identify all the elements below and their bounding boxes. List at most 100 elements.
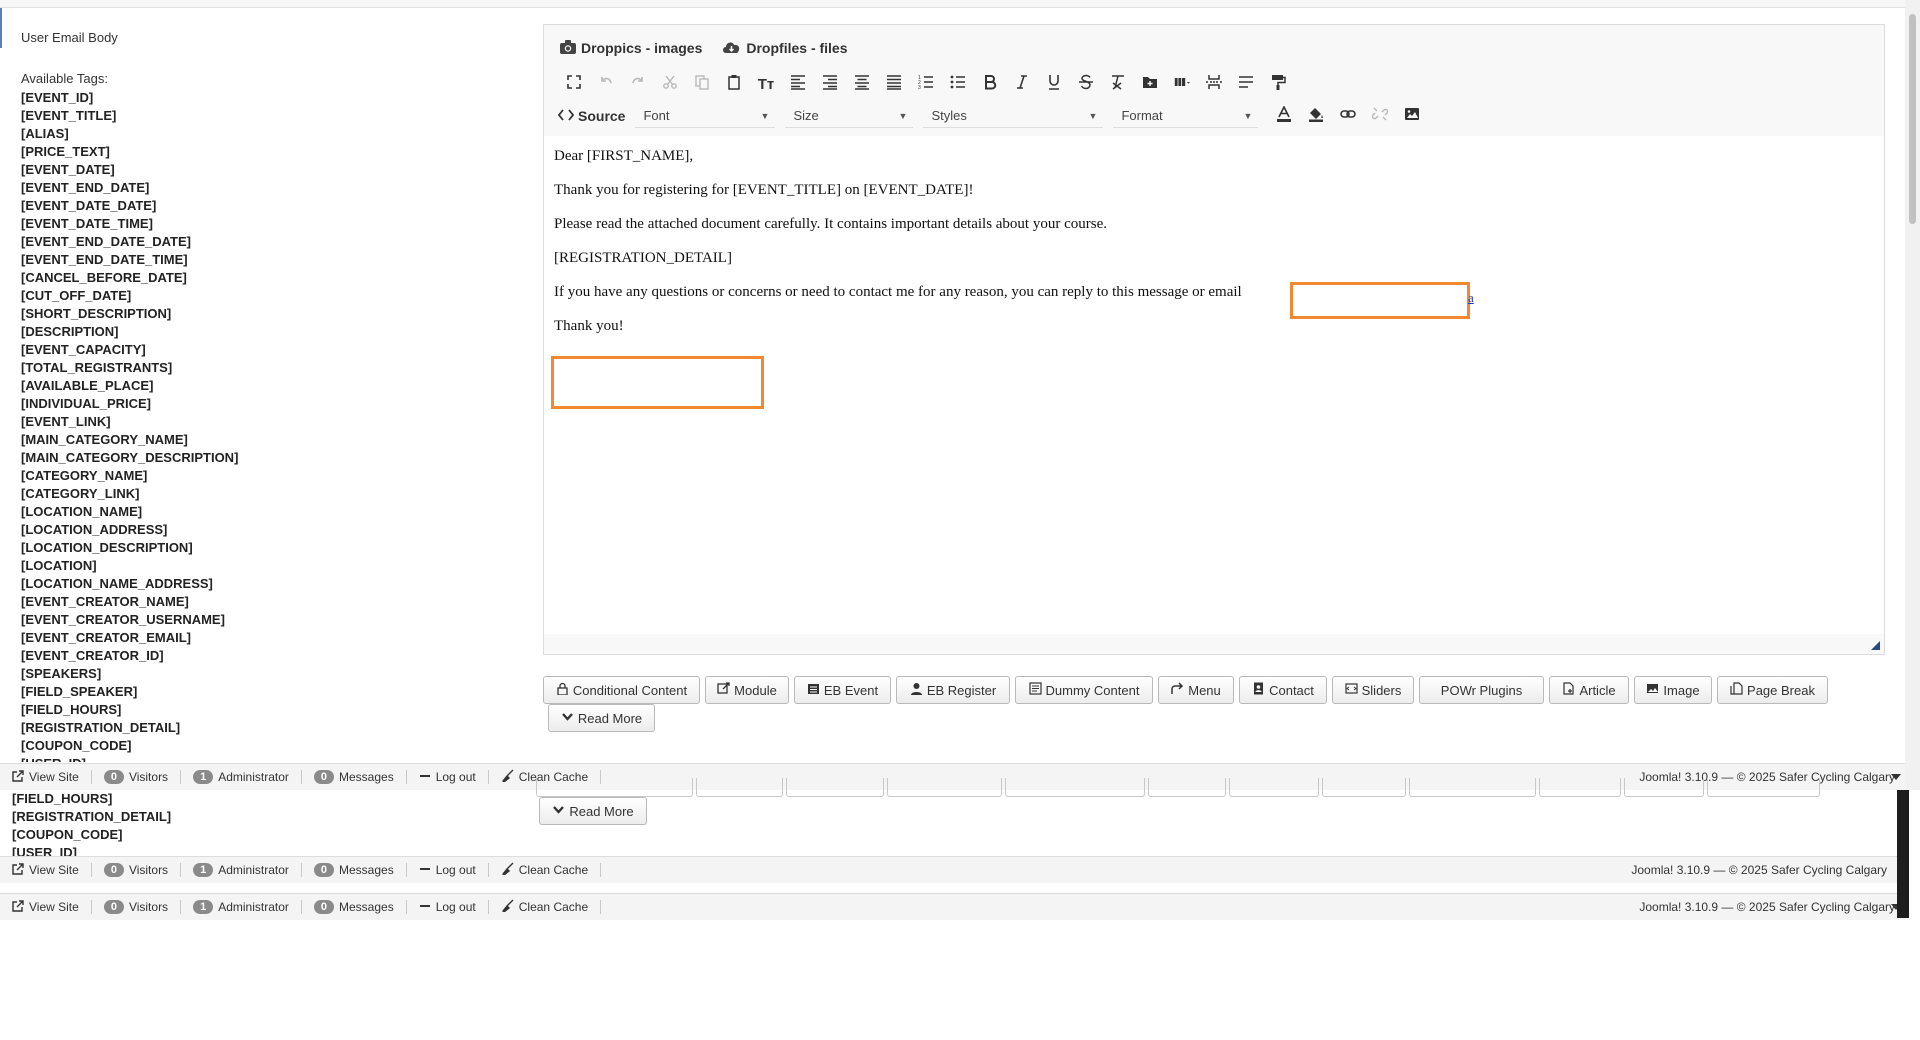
remove-format-button[interactable] — [1102, 71, 1134, 97]
logout-link[interactable]: Log out — [407, 863, 489, 877]
registration-detail-line: [REGISTRATION_DETAIL] — [554, 250, 732, 266]
page-break-button[interactable]: Page Break — [1717, 676, 1828, 704]
messages-indicator[interactable]: 0 Messages — [302, 863, 407, 877]
scroll-down-arrow-icon[interactable] — [1891, 774, 1901, 780]
clean-cache-link[interactable]: Clean Cache — [489, 899, 602, 914]
redo-button[interactable] — [622, 71, 654, 97]
dummy-content-button[interactable]: Dummy Content — [1015, 676, 1153, 704]
align-left-button[interactable] — [782, 71, 814, 97]
table-button[interactable] — [1166, 71, 1198, 97]
messages-indicator[interactable]: 0 Messages — [302, 770, 407, 784]
visitors-indicator[interactable]: 0 Visitors — [92, 770, 182, 784]
numbered-list-button[interactable]: 123 — [910, 71, 942, 97]
text-color-button[interactable] — [1268, 103, 1300, 129]
read-more-label: Read More — [577, 710, 643, 726]
view-site-link[interactable]: View Site — [0, 899, 92, 914]
undo-button[interactable] — [590, 71, 622, 97]
font-select[interactable]: Font ▼ — [635, 104, 776, 128]
messages-label: Messages — [339, 900, 394, 914]
folder-icon — [1142, 74, 1158, 95]
messages-indicator[interactable]: 0 Messages — [302, 900, 407, 914]
admin-count-badge: 1 — [193, 770, 214, 784]
logout-link[interactable]: Log out — [407, 900, 489, 914]
tag-item: [EVENT_ID] — [21, 90, 94, 105]
background-color-button[interactable] — [1300, 103, 1332, 129]
sliders-button[interactable]: Sliders — [1332, 676, 1414, 704]
justify-button[interactable] — [878, 71, 910, 97]
eb-register-button[interactable]: EB Register — [896, 676, 1010, 704]
user-icon — [910, 682, 923, 698]
email-link-fragment[interactable]: a — [1468, 290, 1474, 306]
visitors-indicator[interactable]: 0 Visitors — [92, 863, 182, 877]
contact-button[interactable]: Contact — [1239, 676, 1327, 704]
droppics-button[interactable]: Droppics - images — [560, 39, 702, 57]
resize-handle[interactable] — [1871, 641, 1880, 650]
visitors-indicator[interactable]: 0 Visitors — [92, 900, 182, 914]
paste-text-button[interactable]: Tт — [750, 71, 782, 97]
menu-button[interactable]: Menu — [1158, 676, 1234, 704]
align-center-button[interactable] — [846, 71, 878, 97]
source-button[interactable]: Source — [557, 108, 625, 124]
strikethrough-button[interactable] — [1070, 71, 1102, 97]
text-color-icon — [1276, 104, 1292, 127]
link-button[interactable] — [1332, 103, 1364, 129]
tag-item: [EVENT_LINK] — [21, 414, 111, 429]
align-right-icon — [822, 74, 838, 95]
svg-text:3: 3 — [918, 85, 921, 90]
bullet-list-button[interactable] — [942, 71, 974, 97]
powr-plugins-label: POWr Plugins — [1440, 682, 1523, 698]
italic-button[interactable] — [1006, 71, 1038, 97]
read-more-button[interactable]: Read More — [548, 704, 655, 732]
eb-event-button[interactable]: EB Event — [794, 676, 891, 704]
tag-item: [TOTAL_REGISTRANTS] — [21, 360, 173, 375]
view-site-link[interactable]: View Site — [0, 769, 92, 784]
powr-plugins-button[interactable]: POWr Plugins — [1419, 676, 1544, 704]
dropfiles-button[interactable]: Dropfiles - files — [722, 40, 848, 57]
format-painter-button[interactable] — [1262, 71, 1294, 97]
image-button[interactable] — [1396, 103, 1428, 129]
paste-button[interactable] — [718, 71, 750, 97]
article-button[interactable]: Article — [1549, 676, 1629, 704]
messages-label: Messages — [339, 770, 394, 784]
conditional-content-button[interactable]: Conditional Content — [543, 676, 700, 704]
size-select[interactable]: Size ▼ — [785, 104, 914, 128]
administrator-indicator[interactable]: 1 Administrator — [181, 900, 302, 914]
tag-item: [CATEGORY_NAME] — [21, 468, 148, 483]
administrator-indicator[interactable]: 1 Administrator — [181, 863, 302, 877]
page-break-tool-button[interactable] — [1198, 71, 1230, 97]
bold-button[interactable] — [974, 71, 1006, 97]
paragraph-button[interactable] — [1230, 71, 1262, 97]
tag-item: [EVENT_DATE] — [21, 162, 115, 177]
tag-item: [EVENT_TITLE] — [21, 108, 117, 123]
align-right-button[interactable] — [814, 71, 846, 97]
clean-cache-link[interactable]: Clean Cache — [489, 862, 602, 877]
scrollbar-thumb[interactable] — [1909, 14, 1916, 224]
tag-item: [SHORT_DESCRIPTION] — [21, 306, 172, 321]
page-scrollbar[interactable] — [1905, 0, 1920, 790]
messages-label: Messages — [339, 863, 394, 877]
unlink-button[interactable] — [1364, 103, 1396, 129]
insert-media-button[interactable] — [1134, 71, 1166, 97]
tag-item: [CATEGORY_LINK] — [21, 486, 140, 501]
underline-button[interactable] — [1038, 71, 1070, 97]
maximize-button[interactable] — [558, 71, 590, 97]
tag-item: [CANCEL_BEFORE_DATE] — [21, 270, 187, 285]
logout-link[interactable]: Log out — [407, 770, 489, 784]
redo-icon — [630, 74, 646, 95]
strikethrough-icon — [1078, 74, 1094, 95]
administrator-indicator[interactable]: 1 Administrator — [181, 770, 302, 784]
share-icon — [1171, 682, 1184, 698]
chevron-down-icon — [552, 803, 565, 819]
styles-select[interactable]: Styles ▼ — [923, 104, 1104, 128]
cut-button[interactable] — [654, 71, 686, 97]
format-select[interactable]: Format ▼ — [1113, 104, 1259, 128]
logout-label: Log out — [435, 900, 476, 914]
image-insert-button[interactable]: Image — [1634, 676, 1712, 704]
tag-item: [LOCATION] — [21, 558, 97, 573]
tag-item: [AVAILABLE_PLACE] — [21, 378, 154, 393]
view-site-link[interactable]: View Site — [0, 862, 92, 877]
copy-button[interactable] — [686, 71, 718, 97]
minus-icon — [419, 863, 431, 878]
module-button[interactable]: Module — [705, 676, 789, 704]
ghost-read-more-button[interactable]: Read More — [539, 797, 647, 825]
